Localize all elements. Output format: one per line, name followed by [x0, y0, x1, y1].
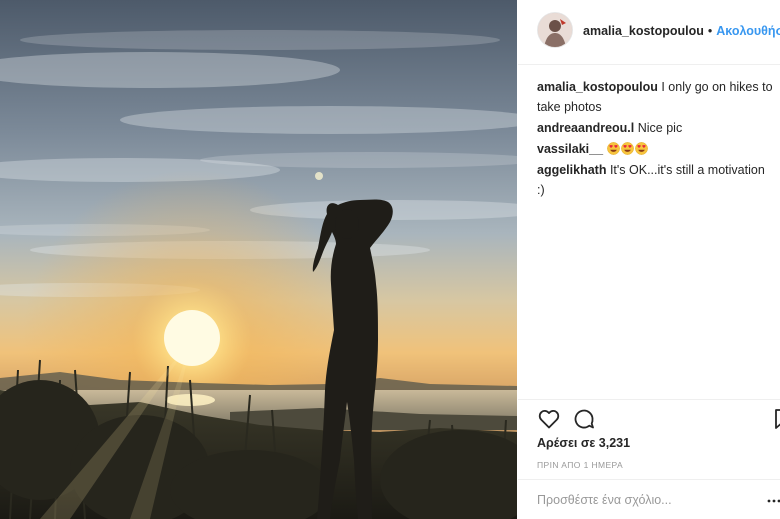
like-button[interactable] — [537, 407, 561, 431]
heart-eyes-emoji — [634, 142, 648, 155]
bookmark-icon — [775, 409, 780, 429]
more-options-icon[interactable] — [767, 494, 780, 508]
comment-username[interactable]: amalia_kostopoulou — [537, 80, 658, 94]
post-actions — [537, 407, 780, 431]
heart-eyes-emoji — [620, 142, 634, 155]
comments-list: amalia_kostopoulou I only go on hikes to… — [537, 77, 775, 201]
add-comment-input[interactable] — [537, 493, 762, 507]
comment-username[interactable]: vassilaki__ — [537, 142, 603, 156]
comment-icon — [574, 409, 594, 429]
post-header-text: amalia_kostopoulou•Ακολουθήστε — [583, 24, 780, 38]
follow-button[interactable]: Ακολουθήστε — [716, 24, 780, 38]
heart-icon — [538, 409, 560, 429]
likes-count[interactable]: Αρέσει σε 3,231 — [537, 436, 630, 450]
author-username[interactable]: amalia_kostopoulou — [583, 24, 704, 38]
comment-item: aggelikhath It's OK...it's still a motiv… — [537, 160, 775, 200]
separator-dot: • — [707, 24, 713, 38]
comment-username[interactable]: aggelikhath — [537, 163, 606, 177]
post-photo[interactable] — [0, 0, 517, 519]
comment-item: andreaandreou.l Nice pic — [537, 118, 775, 138]
sunset-hike-photo — [0, 0, 517, 519]
comment-item: amalia_kostopoulou I only go on hikes to… — [537, 77, 775, 117]
comment-username[interactable]: andreaandreou.l — [537, 121, 634, 135]
avatar[interactable] — [538, 13, 572, 47]
post-header: amalia_kostopoulou•Ακολουθήστε — [518, 0, 780, 65]
comment-button[interactable] — [572, 407, 596, 431]
comment-item: vassilaki__ — [537, 139, 775, 159]
divider — [518, 479, 780, 480]
save-button[interactable] — [771, 407, 780, 431]
comment-emojis — [606, 142, 649, 156]
comment-text: Nice pic — [637, 121, 683, 135]
divider — [518, 399, 780, 400]
avatar-image — [538, 13, 572, 47]
heart-eyes-emoji — [606, 142, 620, 155]
post-timestamp[interactable]: ΠΡΙΝ ΑΠΟ 1 ΗΜΕΡΑ — [537, 460, 623, 470]
post-side-panel: amalia_kostopoulou•Ακολουθήστε amalia_ko… — [518, 0, 780, 519]
